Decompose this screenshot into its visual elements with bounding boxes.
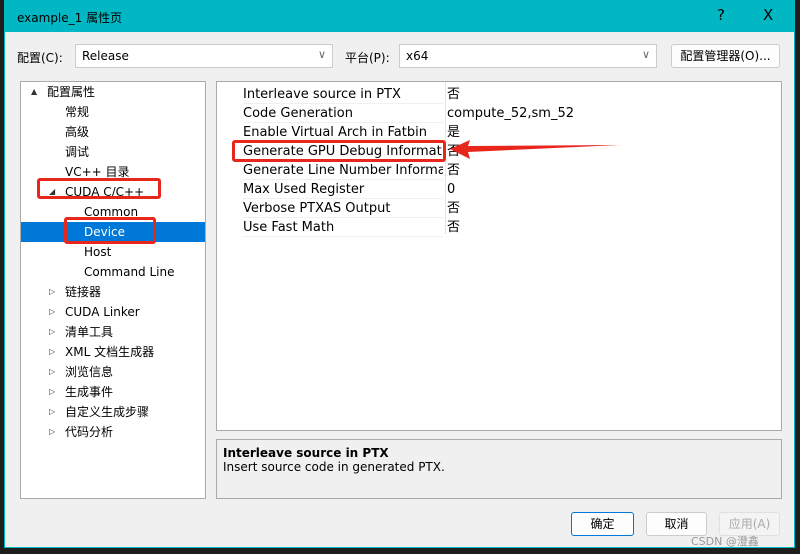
- property-row[interactable]: Max Used Register 0: [217, 180, 781, 199]
- property-row[interactable]: Code Generation compute_52,sm_52: [217, 104, 781, 123]
- property-value[interactable]: 否: [447, 218, 460, 237]
- property-name: Verbose PTXAS Output: [243, 199, 443, 218]
- expand-arrow-icon[interactable]: ▷: [49, 342, 55, 362]
- tree-item[interactable]: ▷ 链接器: [21, 282, 205, 302]
- expand-arrow-icon[interactable]: ▷: [49, 282, 55, 302]
- tree-item[interactable]: 高级: [21, 122, 205, 142]
- config-select[interactable]: Release ∨: [75, 44, 333, 68]
- tree-item-label: 调试: [65, 145, 90, 159]
- tree-item[interactable]: ▷ XML 文档生成器: [21, 342, 205, 362]
- tree-item[interactable]: ▲ 配置属性: [21, 82, 205, 102]
- tree-item-label: 清单工具: [65, 325, 114, 339]
- property-row[interactable]: Verbose PTXAS Output 否: [217, 199, 781, 218]
- expand-arrow-icon[interactable]: ▷: [49, 362, 55, 382]
- expand-arrow-icon[interactable]: ▷: [49, 302, 55, 322]
- chevron-down-icon: ∨: [317, 48, 326, 61]
- tree-item[interactable]: ▷ 浏览信息: [21, 362, 205, 382]
- property-name: Generate Line Number Information: [243, 161, 443, 180]
- property-value[interactable]: 0: [447, 180, 455, 199]
- property-dialog: example_1 属性页 ? X 配置(C): Release ∨ 平台(P):…: [4, 0, 795, 548]
- property-row[interactable]: Use Fast Math 否: [217, 218, 781, 237]
- tree-item-label: 高级: [65, 125, 90, 139]
- ok-button[interactable]: 确定: [571, 512, 634, 536]
- tree-item-label: 生成事件: [65, 385, 114, 399]
- expand-arrow-icon[interactable]: ▷: [49, 422, 55, 442]
- description-text: Insert source code in generated PTX.: [223, 460, 445, 474]
- tree-item-label: CUDA Linker: [65, 305, 140, 319]
- property-name: Code Generation: [243, 104, 443, 123]
- description-panel: Interleave source in PTX Insert source c…: [216, 439, 782, 499]
- window-title: example_1 属性页: [17, 11, 123, 25]
- property-row[interactable]: Interleave source in PTX 否: [217, 85, 781, 104]
- tree-item-label: 常规: [65, 105, 90, 119]
- property-value[interactable]: 否: [447, 85, 460, 104]
- tree-item[interactable]: ▷ 自定义生成步骤: [21, 402, 205, 422]
- property-value[interactable]: 否: [447, 199, 460, 218]
- tree-item-label: 链接器: [65, 285, 102, 299]
- tree-item-label: XML 文档生成器: [65, 345, 155, 359]
- property-name: Interleave source in PTX: [243, 85, 443, 104]
- title-bar: example_1 属性页 ? X: [5, 1, 794, 32]
- tree-item-label: 浏览信息: [65, 365, 114, 379]
- property-row[interactable]: Generate Line Number Information否: [217, 161, 781, 180]
- tree-item[interactable]: 调试: [21, 142, 205, 162]
- property-tree[interactable]: ▲ 配置属性 常规 高级 调试 VC++ 目录 ◢ CUDA C/C++ Common Devic…: [20, 81, 206, 499]
- close-button[interactable]: X: [763, 6, 773, 24]
- annotation-arrow-icon: [450, 140, 620, 159]
- description-title: Interleave source in PTX: [223, 446, 389, 460]
- tree-item-label: 自定义生成步骤: [65, 405, 150, 419]
- tree-item[interactable]: ▷ 清单工具: [21, 322, 205, 342]
- config-label: 配置(C):: [17, 51, 63, 65]
- tree-item[interactable]: ▷ 生成事件: [21, 382, 205, 402]
- watermark: CSDN @澄鑫: [691, 535, 759, 548]
- tree-item-label: Command Line: [84, 265, 175, 279]
- tree-item[interactable]: Host: [21, 242, 205, 262]
- platform-label: 平台(P):: [345, 51, 390, 65]
- tree-item-label: Host: [84, 245, 112, 259]
- platform-select[interactable]: x64 ∨: [399, 44, 657, 68]
- annotation-box-debug: [232, 140, 446, 162]
- tree-item[interactable]: ▷ 代码分析: [21, 422, 205, 442]
- property-value[interactable]: compute_52,sm_52: [447, 104, 574, 123]
- expand-arrow-icon[interactable]: ▷: [49, 402, 55, 422]
- tree-item[interactable]: 常规: [21, 102, 205, 122]
- chevron-down-icon: ∨: [641, 48, 650, 61]
- tree-item[interactable]: Command Line: [21, 262, 205, 282]
- tree-item-label: 代码分析: [65, 425, 114, 439]
- property-name: Use Fast Math: [243, 218, 443, 237]
- expand-arrow-icon[interactable]: ▷: [49, 322, 55, 342]
- config-value: Release: [82, 49, 129, 63]
- annotation-box-device: [64, 217, 156, 244]
- property-name: Max Used Register: [243, 180, 443, 199]
- config-manager-button[interactable]: 配置管理器(O)...: [671, 44, 780, 68]
- annotation-box-cuda: [37, 178, 161, 199]
- expand-arrow-icon[interactable]: ▲: [31, 82, 37, 102]
- expand-arrow-icon[interactable]: ▷: [49, 382, 55, 402]
- tree-item[interactable]: ▷ CUDA Linker: [21, 302, 205, 322]
- help-button[interactable]: ?: [717, 6, 725, 24]
- platform-value: x64: [406, 49, 429, 63]
- property-grid[interactable]: Interleave source in PTX 否 Code Generation…: [216, 81, 782, 431]
- tree-item-label: 配置属性: [47, 85, 96, 99]
- property-value[interactable]: 否: [447, 161, 460, 180]
